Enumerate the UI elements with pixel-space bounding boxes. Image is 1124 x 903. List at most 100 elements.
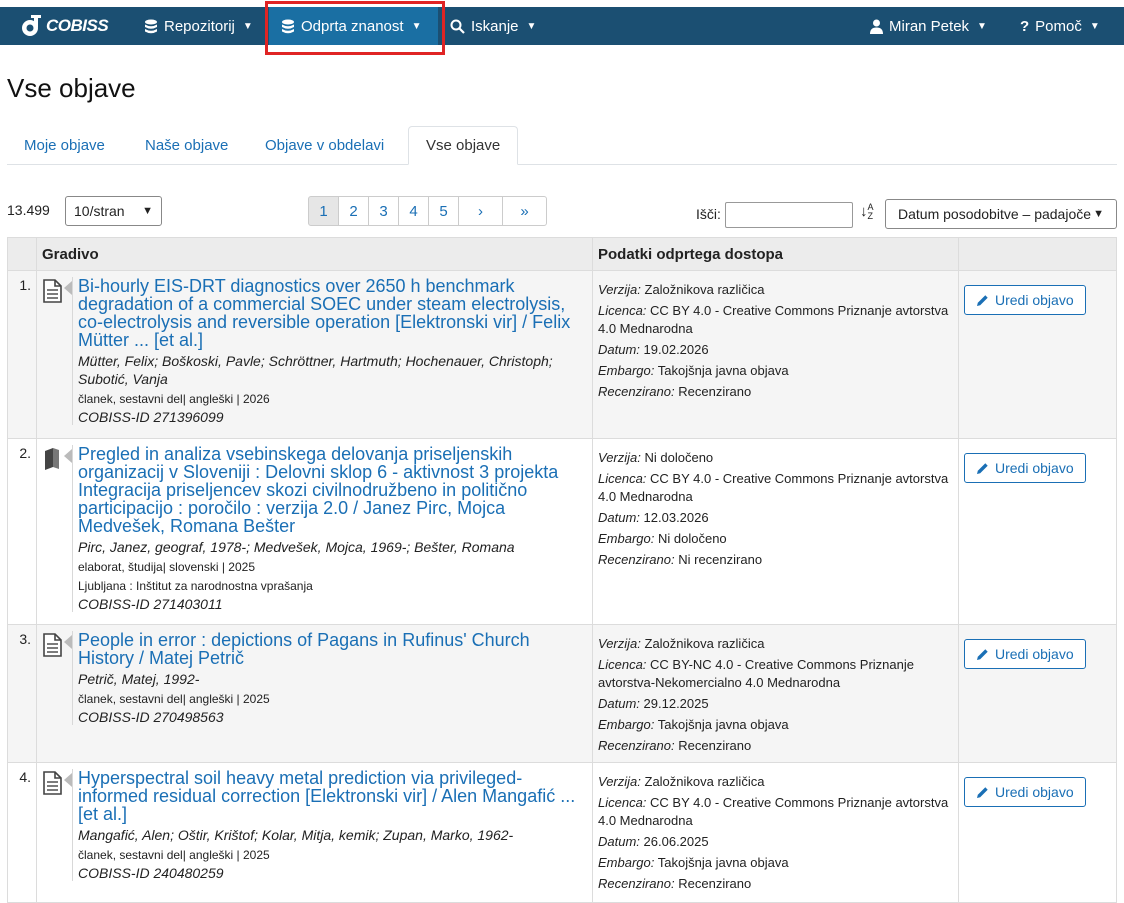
oa-date: 26.06.2025 (643, 834, 709, 849)
label-embargo: Embargo: (598, 363, 655, 378)
oa-version: Založnikova različica (644, 636, 765, 651)
per-page-select[interactable]: 10/stran ▼ (65, 196, 162, 226)
table-row: 4. Hyperspectral soil heavy metal predic… (7, 762, 1117, 903)
user-name: Miran Petek (889, 17, 970, 35)
chevron-down-icon: ▼ (1089, 20, 1100, 32)
oa-review: Recenzirano (678, 876, 752, 891)
sort-az-icon[interactable]: ↓A Z (860, 203, 874, 221)
item-meta: članek, sestavni del| angleški | 2025 (78, 848, 270, 862)
label-version: Verzija: (598, 636, 641, 651)
document-icon (42, 277, 64, 425)
item-authors: Mangafić, Alen; Oštir, Krištof; Kolar, M… (78, 827, 514, 843)
actions-cell: Uredi objavo (958, 270, 1117, 439)
sort-select[interactable]: Datum posodobitve – padajoče ▼ (885, 199, 1117, 229)
label-license: Licenca: (598, 795, 647, 810)
col-num-header (7, 237, 37, 271)
nav-odprta-znanost[interactable]: Odprta znanost ▼ (269, 7, 438, 45)
next-page-button[interactable]: › (458, 196, 503, 226)
item-title-link[interactable]: Bi-hourly EIS-DRT diagnostics over 2650 … (78, 277, 586, 349)
oa-cell: Verzija: Založnikova različica Licenca: … (592, 270, 959, 439)
item-title-link[interactable]: People in error : depictions of Pagans i… (78, 631, 586, 667)
oa-cell: Verzija: Založnikova različica Licenca: … (592, 624, 959, 763)
oa-license: CC BY 4.0 - Creative Commons Priznanje a… (598, 303, 949, 336)
col-oa-header: Podatki odprtega dostopa (592, 237, 959, 271)
edit-label: Uredi objavo (995, 784, 1074, 800)
collapse-arrow-icon[interactable] (64, 769, 72, 881)
row-number: 4. (7, 762, 37, 903)
user-icon (870, 19, 883, 34)
cobiss-logo-icon (22, 15, 41, 36)
item-cell: People in error : depictions of Pagans i… (36, 624, 593, 763)
item-publisher: Ljubljana : Inštitut za narodnostna vpra… (78, 579, 313, 593)
collapse-arrow-icon[interactable] (64, 277, 72, 425)
item-cobiss-id: COBISS-ID 271396099 (78, 409, 224, 425)
oa-version: Založnikova različica (644, 774, 765, 789)
actions-cell: Uredi objavo (958, 438, 1117, 625)
document-icon (42, 631, 64, 725)
item-cobiss-id: COBISS-ID 271403011 (78, 596, 223, 612)
cobiss-logo[interactable]: COBISS (20, 10, 109, 42)
item-title-link[interactable]: Hyperspectral soil heavy metal predictio… (78, 769, 586, 823)
oa-review: Recenzirano (678, 384, 752, 399)
actions-cell: Uredi objavo (958, 624, 1117, 763)
sort-value: Datum posodobitve – padajoče (898, 206, 1092, 222)
top-navbar: COBISS Repozitorij ▼ Odprta znanost ▼ Is… (0, 7, 1124, 45)
oa-version: Ni določeno (644, 450, 714, 465)
col-actions-header (958, 237, 1117, 271)
document-icon (42, 769, 64, 881)
oa-review: Recenzirano (678, 738, 752, 753)
oa-date: 12.03.2026 (643, 510, 709, 525)
tab-vse-objave[interactable]: Vse objave (408, 126, 519, 165)
chevron-down-icon: ▼ (142, 205, 153, 217)
page-2[interactable]: 2 (338, 196, 369, 226)
label-date: Datum: (598, 834, 640, 849)
row-number: 2. (7, 438, 37, 625)
edit-publication-button[interactable]: Uredi objavo (964, 285, 1086, 315)
label-date: Datum: (598, 696, 640, 711)
label-date: Datum: (598, 510, 640, 525)
edit-publication-button[interactable]: Uredi objavo (964, 639, 1086, 669)
collapse-arrow-icon[interactable] (64, 631, 72, 725)
label-embargo: Embargo: (598, 717, 655, 732)
page-4[interactable]: 4 (398, 196, 429, 226)
page-1[interactable]: 1 (308, 196, 339, 226)
item-meta: članek, sestavni del| angleški | 2026 (78, 392, 270, 406)
search-input[interactable] (725, 202, 853, 228)
pencil-icon (977, 648, 988, 660)
nav-help-menu[interactable]: ? Pomoč ▼ (1020, 7, 1100, 45)
col-gradivo-header: Gradivo (36, 237, 593, 271)
nav-iskanje[interactable]: Iskanje ▼ (450, 7, 536, 45)
results-table: Gradivo Podatki odprtega dostopa 1. Bi-h… (7, 237, 1117, 903)
pencil-icon (977, 786, 988, 798)
collapse-arrow-icon[interactable] (64, 445, 72, 612)
label-embargo: Embargo: (598, 855, 655, 870)
tab-moje-objave[interactable]: Moje objave (7, 126, 122, 165)
nav-iskanje-label: Iskanje (471, 17, 519, 35)
row-number: 1. (7, 270, 37, 439)
per-page-value: 10/stran (74, 203, 125, 219)
label-version: Verzija: (598, 774, 641, 789)
brand-name: COBISS (46, 16, 109, 35)
label-review: Recenzirano: (598, 552, 675, 567)
edit-publication-button[interactable]: Uredi objavo (964, 453, 1086, 483)
oa-review: Ni recenzirano (678, 552, 763, 567)
tab-objave-v-obdelavi[interactable]: Objave v obdelavi (248, 126, 401, 165)
search-icon (450, 19, 465, 34)
chevron-down-icon: ▼ (526, 20, 537, 32)
help-label: Pomoč (1035, 17, 1082, 35)
last-page-button[interactable]: » (502, 196, 547, 226)
edit-publication-button[interactable]: Uredi objavo (964, 777, 1086, 807)
oa-embargo: Takojšnja javna objava (657, 717, 789, 732)
label-license: Licenca: (598, 657, 647, 672)
oa-cell: Verzija: Založnikova različica Licenca: … (592, 762, 959, 903)
oa-license: CC BY-NC 4.0 - Creative Commons Priznanj… (598, 657, 914, 690)
edit-label: Uredi objavo (995, 292, 1074, 308)
item-title-link[interactable]: Pregled in analiza vsebinskega delovanja… (78, 445, 586, 535)
page-3[interactable]: 3 (368, 196, 399, 226)
tab-nase-objave[interactable]: Naše objave (128, 126, 245, 165)
nav-user-menu[interactable]: Miran Petek ▼ (870, 7, 987, 45)
table-row: 3. People in error : depictions of Pagan… (7, 624, 1117, 763)
page-5[interactable]: 5 (428, 196, 459, 226)
label-version: Verzija: (598, 450, 641, 465)
nav-repozitorij[interactable]: Repozitorij ▼ (144, 7, 253, 45)
